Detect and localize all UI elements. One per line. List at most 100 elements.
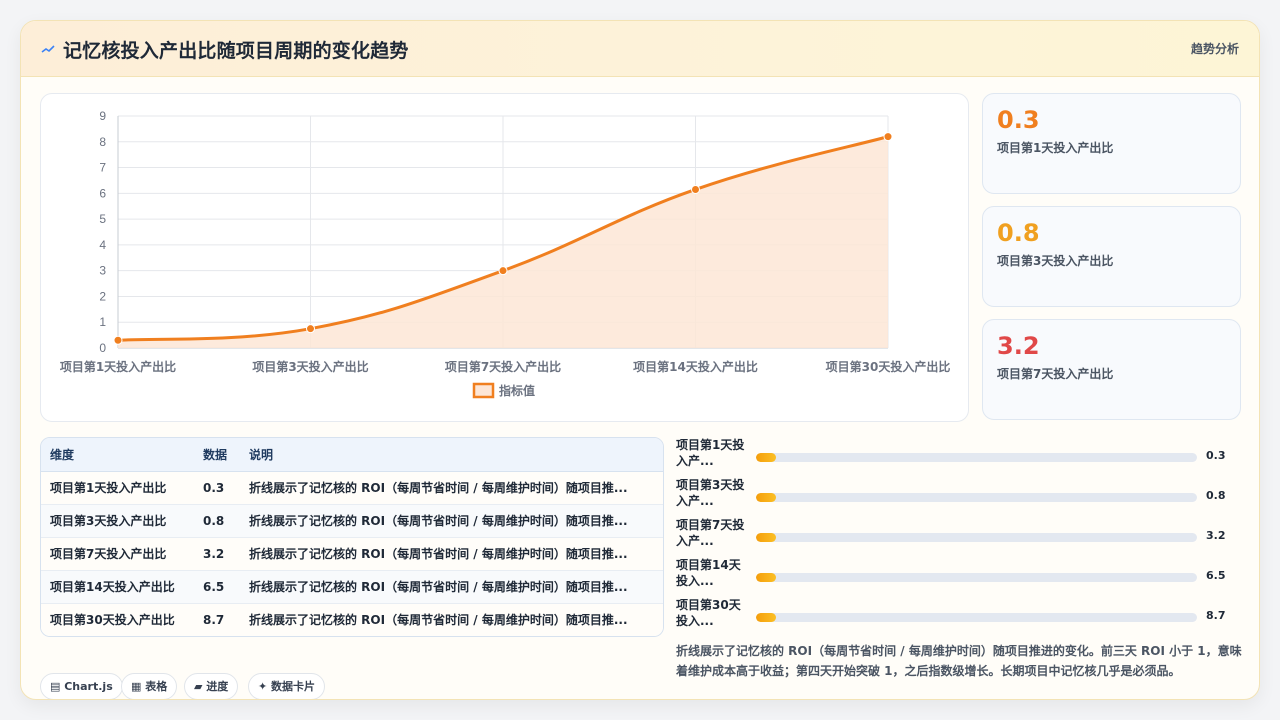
table-cell: 8.7 (203, 612, 225, 627)
column-header: 数据 (194, 438, 240, 472)
x-tick-label: 项目第14天投入产出比 (633, 359, 758, 374)
stat-value: 0.8 (997, 219, 1040, 247)
stat-label: 项目第7天投入产出比 (997, 367, 1114, 381)
chip-chartjs[interactable]: ▤ Chart.js (40, 673, 123, 699)
line-chart: 0 1 2 3 4 5 6 7 8 9 项目第1天投入产出比 项目第3天投入产出比 项目第7天投入产出比… (60, 109, 951, 399)
table-cell: 0.3 (203, 480, 225, 495)
chip-data-cards[interactable]: ✦ 数据卡片 (248, 673, 326, 699)
stat-card-2: 0.8 项目第3天投入产出比 (982, 206, 1241, 307)
card-header: 记忆核投入产出比随项目周期的变化趋势 趋势分析 (21, 21, 1259, 77)
y-tick-label: 0 (99, 341, 106, 355)
data-table-panel: 维度 数据 说明 项目第1天投入产出比 0.3 折线展示了记忆核的 ROI（每周… (40, 437, 664, 637)
stat-card-1: 0.3 项目第1天投入产出比 (982, 93, 1241, 194)
table-cell: 折线展示了记忆核的 ROI（每周节省时间 / 每周维护时间）随项目推... (249, 580, 628, 594)
progress-track (756, 453, 1197, 462)
data-point (113, 335, 123, 345)
line-chart-panel: 0 1 2 3 4 5 6 7 8 9 项目第1天投入产出比 项目第3天投入产出比 项目第7天投入产出比… (40, 93, 969, 422)
y-tick-label: 9 (99, 109, 106, 123)
progress-item: 项目第1天投入产... 0.3 (676, 433, 1246, 473)
progress-fill (756, 493, 776, 502)
progress-icon: ▰ (194, 680, 207, 693)
table-row: 项目第30天投入产出比 8.7 折线展示了记忆核的 ROI（每周节省时间 / 每… (41, 603, 663, 636)
table-cell: 3.2 (203, 546, 225, 561)
table-cell: 折线展示了记忆核的 ROI（每周节省时间 / 每周维护时间）随项目推... (249, 514, 628, 528)
y-tick-label: 6 (99, 186, 106, 200)
progress-value: 0.3 (1206, 449, 1226, 462)
progress-label: 项目第14天投入... (676, 558, 741, 588)
chip-label: Chart.js (64, 680, 113, 693)
progress-item: 项目第14天投入... 6.5 (676, 553, 1246, 593)
page-title: 记忆核投入产出比随项目周期的变化趋势 (63, 40, 409, 62)
chart-icon: ▤ (50, 680, 65, 693)
table-row: 项目第1天投入产出比 0.3 折线展示了记忆核的 ROI（每周节省时间 / 每周… (41, 471, 663, 504)
main-card: 记忆核投入产出比随项目周期的变化趋势 趋势分析 0 1 2 3 4 5 6 7 8 9 项目第1天投… (20, 20, 1260, 700)
data-point (306, 324, 315, 334)
chip-table[interactable]: ▦ 表格 (121, 673, 178, 699)
column-header: 维度 (41, 438, 194, 472)
y-tick-label: 7 (99, 161, 106, 175)
progress-value: 6.5 (1206, 569, 1226, 582)
y-tick-label: 1 (99, 315, 106, 329)
progress-value: 3.2 (1206, 529, 1226, 542)
y-tick-label: 3 (99, 264, 106, 278)
chip-label: 数据卡片 (271, 680, 316, 693)
progress-fill (756, 533, 776, 542)
table-header-row: 维度 数据 说明 (41, 438, 663, 472)
table-cell: 项目第14天投入产出比 (50, 580, 175, 594)
table-cell: 折线展示了记忆核的 ROI（每周节省时间 / 每周维护时间）随项目推... (249, 547, 628, 561)
data-point (883, 132, 893, 142)
progress-fill (756, 453, 776, 462)
data-table: 维度 数据 说明 项目第1天投入产出比 0.3 折线展示了记忆核的 ROI（每周… (41, 438, 663, 636)
sparkle-icon: ✦ (258, 680, 272, 693)
progress-value: 8.7 (1206, 609, 1226, 622)
progress-item: 项目第30天投入... 8.7 (676, 593, 1246, 633)
chip-progress[interactable]: ▰ 进度 (184, 673, 239, 699)
stat-label: 项目第1天投入产出比 (997, 141, 1114, 155)
x-tick-label: 项目第30天投入产出比 (826, 359, 951, 374)
table-icon: ▦ (131, 680, 146, 693)
table-row: 项目第14天投入产出比 6.5 折线展示了记忆核的 ROI（每周节省时间 / 每… (41, 570, 663, 603)
table-cell: 项目第30天投入产出比 (50, 613, 175, 628)
progress-track (756, 493, 1197, 502)
analysis-tag[interactable]: 趋势分析 (1191, 40, 1239, 57)
progress-value: 0.8 (1206, 489, 1226, 502)
table-cell: 折线展示了记忆核的 ROI（每周节省时间 / 每周维护时间）随项目推... (249, 613, 628, 628)
progress-label: 项目第7天投入产... (676, 518, 745, 548)
x-tick-label: 项目第7天投入产出比 (445, 359, 561, 374)
trend-line-icon (41, 39, 57, 59)
progress-track (756, 533, 1197, 542)
x-tick-label: 项目第3天投入产出比 (252, 359, 368, 374)
progress-label: 项目第1天投入产... (676, 438, 745, 468)
progress-label: 项目第3天投入产... (676, 478, 745, 508)
y-tick-label: 4 (99, 238, 106, 252)
table-row: 项目第7天投入产出比 3.2 折线展示了记忆核的 ROI（每周节省时间 / 每周… (41, 537, 663, 570)
stat-label: 项目第3天投入产出比 (997, 254, 1114, 268)
y-tick-label: 8 (99, 135, 106, 149)
chip-label: 进度 (206, 680, 229, 693)
column-header: 说明 (240, 438, 663, 472)
y-tick-label: 2 (99, 289, 106, 303)
progress-item: 项目第3天投入产... 0.8 (676, 473, 1246, 513)
table-row: 项目第3天投入产出比 0.8 折线展示了记忆核的 ROI（每周节省时间 / 每周… (41, 504, 663, 537)
legend-label: 指标值 (499, 383, 535, 398)
legend-swatch (472, 382, 495, 399)
data-point (691, 184, 700, 194)
table-cell: 项目第7天投入产出比 (50, 547, 167, 561)
progress-track (756, 613, 1197, 622)
data-point (498, 266, 508, 276)
progress-item: 项目第7天投入产... 3.2 (676, 513, 1246, 553)
chart-description: 折线展示了记忆核的 ROI（每周节省时间 / 每周维护时间）随项目推进的变化。前… (676, 644, 1242, 678)
table-cell: 折线展示了记忆核的 ROI（每周节省时间 / 每周维护时间）随项目推... (249, 481, 628, 495)
table-cell: 项目第1天投入产出比 (50, 481, 167, 495)
progress-label: 项目第30天投入... (676, 598, 741, 628)
progress-track (756, 573, 1197, 582)
progress-fill (756, 613, 776, 622)
stat-value: 0.3 (997, 106, 1040, 134)
stat-value: 3.2 (997, 332, 1040, 360)
chip-label: 表格 (145, 680, 168, 693)
table-cell: 6.5 (203, 579, 225, 594)
progress-fill (756, 573, 776, 582)
table-cell: 0.8 (203, 513, 225, 528)
table-cell: 项目第3天投入产出比 (50, 514, 167, 528)
x-tick-label: 项目第1天投入产出比 (60, 359, 176, 374)
